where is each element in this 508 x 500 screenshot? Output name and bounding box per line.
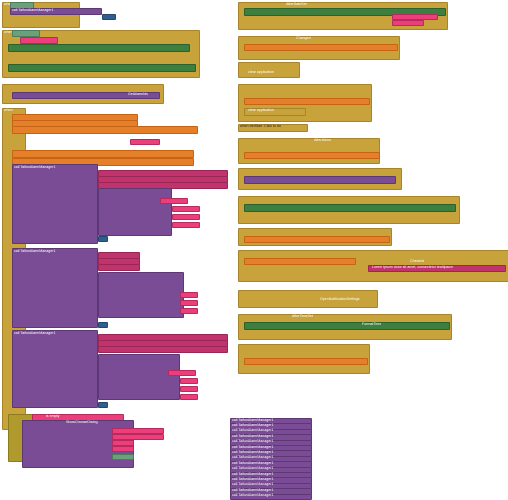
orphan-call-label-3: call TaifunAlarmManager1 <box>232 428 274 433</box>
set-block-4[interactable] <box>12 150 194 158</box>
text-row-b3[interactable] <box>98 264 140 271</box>
set-started-2[interactable] <box>244 358 368 365</box>
orphan-call-label-1: call TaifunAlarmManager1 <box>232 417 274 422</box>
nested-call-a[interactable] <box>98 188 172 236</box>
set-canceled[interactable] <box>244 98 370 105</box>
pin-c4[interactable] <box>180 394 198 400</box>
get-alarm-ids-call-2[interactable] <box>244 176 396 184</box>
pin-c2[interactable] <box>180 378 198 384</box>
show-choose-label: ShowChooseDialog <box>66 420 98 424</box>
event-after-alarm[interactable] <box>238 138 380 164</box>
after-datetime-label: AfterDateSet <box>286 2 307 6</box>
id-socket[interactable] <box>102 14 116 20</box>
datetime-pin-2[interactable] <box>392 20 424 26</box>
checked-label: Checked <box>410 259 425 263</box>
pin-c1[interactable] <box>168 370 196 376</box>
orphan-call-label-10: call TaifunAlarmManager1 <box>232 466 274 471</box>
orphan-call-stack: call TaifunAlarmManager1 call TaifunAlar… <box>230 418 312 500</box>
set-get-alarm[interactable] <box>244 204 456 212</box>
btn-start-label: when btnStart .Click to do <box>240 124 281 128</box>
num-c[interactable] <box>98 402 108 408</box>
set-background-color[interactable] <box>8 44 190 52</box>
set-alarm-call-a[interactable] <box>12 164 98 244</box>
orphan-call-label-4: call TaifunAlarmManager1 <box>232 433 274 438</box>
orphan-call-label-14: call TaifunAlarmManager1 <box>232 487 274 492</box>
set-alarm-call-c[interactable] <box>12 330 98 408</box>
pin-a4[interactable] <box>172 222 200 228</box>
set-alarm-call-b[interactable] <box>12 248 98 328</box>
initialize-label: when <box>4 108 13 112</box>
pin-block-1[interactable] <box>130 139 160 145</box>
choose-cancelable[interactable] <box>112 454 134 460</box>
pin-a3[interactable] <box>172 214 200 220</box>
changed-label-1: Changed <box>296 36 311 40</box>
set-alarm-label-a: call TaifunAlarmManager1 <box>14 165 56 169</box>
orphan-call-label-2: call TaifunAlarmManager1 <box>232 422 274 427</box>
choose-button2[interactable] <box>112 446 134 452</box>
text-field[interactable] <box>116 14 132 18</box>
after-alarm-label: AfterAlarm <box>314 138 331 142</box>
orphan-call-label-15: call TaifunAlarmManager1 <box>232 493 274 498</box>
clear-app-label: clear application <box>248 70 274 74</box>
nested-call-c[interactable] <box>98 354 180 400</box>
set-checked[interactable] <box>244 258 356 265</box>
call-label: call TaifunAlarmManager1 <box>12 8 54 12</box>
pin-a1[interactable] <box>160 198 188 204</box>
is-empty-label: is empty <box>46 414 60 418</box>
string-literal-text: Lorem ipsum dolor sit amet, consectetur … <box>372 265 454 269</box>
nested-call-b[interactable] <box>98 272 184 318</box>
get-alarm-ids-label: GetAlarmIds <box>128 92 148 96</box>
set-alarm-label-b: call TaifunAlarmManager1 <box>14 249 56 253</box>
set-changed-1[interactable] <box>244 44 398 51</box>
orphan-call-label-11: call TaifunAlarmManager1 <box>232 471 274 476</box>
orphan-call-label-12: call TaifunAlarmManager1 <box>232 476 274 481</box>
format-time-label: FormatTime <box>362 322 382 326</box>
pin-b3[interactable] <box>180 308 198 314</box>
orphan-call-label-6: call TaifunAlarmManager1 <box>232 444 274 449</box>
started-component[interactable] <box>12 30 40 37</box>
pin-b2[interactable] <box>180 300 198 306</box>
text-row-c3[interactable] <box>98 346 228 353</box>
orphan-call-label-9: call TaifunAlarmManager1 <box>232 460 274 465</box>
set-time-block[interactable] <box>244 322 450 330</box>
num-b[interactable] <box>98 322 108 328</box>
set-alarm-label-c: call TaifunAlarmManager1 <box>14 331 56 335</box>
open-notification-label: OpenNotificationSettings <box>320 297 360 301</box>
set-color-block[interactable] <box>8 64 196 72</box>
pin-number[interactable] <box>20 37 58 44</box>
orphan-call-label-8: call TaifunAlarmManager1 <box>232 455 274 460</box>
set-changed-2[interactable] <box>244 236 390 243</box>
after-timeset-label: AfterTimeSet <box>292 314 313 318</box>
pin-b1[interactable] <box>180 292 198 298</box>
clear-app-label-2: clear application <box>248 108 274 112</box>
orphan-call-label-7: call TaifunAlarmManager1 <box>232 449 274 454</box>
orphan-call-label-5: call TaifunAlarmManager1 <box>232 439 274 444</box>
set-after-alarm[interactable] <box>244 152 380 159</box>
num-a[interactable] <box>98 236 108 242</box>
pin-a2[interactable] <box>172 206 200 212</box>
blocks-workspace[interactable]: when call TaifunAlarmManager1 when GetAl… <box>0 0 508 500</box>
set-block-3[interactable] <box>12 126 198 134</box>
pin-c3[interactable] <box>180 386 198 392</box>
orphan-call-label-13: call TaifunAlarmManager1 <box>232 482 274 487</box>
